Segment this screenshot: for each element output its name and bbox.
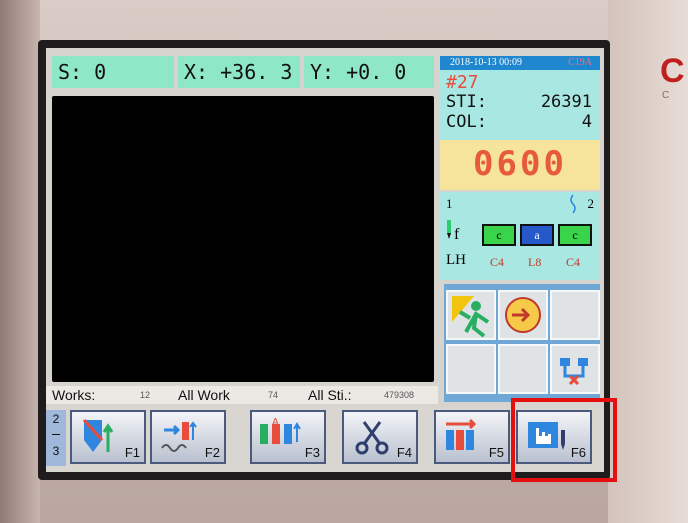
speed-display[interactable]: 0600	[440, 140, 600, 190]
spool-3[interactable]: c	[558, 224, 592, 246]
scissors-icon	[355, 421, 389, 455]
stitch-forward-icon	[161, 421, 197, 452]
spool-3-code: C4	[566, 255, 581, 269]
f6-highlight-box	[511, 398, 617, 482]
spool-1[interactable]: c	[482, 224, 516, 246]
y-readout: Y: +0. 0	[304, 56, 434, 88]
sti-value: 26391	[540, 92, 592, 112]
function-grid	[444, 284, 600, 402]
col-value: 4	[581, 112, 592, 132]
spool-1-code: C4	[490, 255, 505, 269]
blank-slot-2[interactable]	[446, 344, 496, 394]
pattern-canvas[interactable]	[52, 96, 434, 382]
bezel-left	[0, 0, 40, 523]
jumping-man-icon[interactable]	[446, 290, 496, 340]
brand-logo: C C	[660, 52, 688, 101]
svg-text:A: A	[272, 418, 279, 428]
needle-right-num: 2	[587, 196, 595, 211]
work-number: #27	[446, 72, 479, 93]
sti-label: STI:	[446, 92, 487, 112]
allwork-value: 74	[268, 390, 279, 400]
page-divider	[52, 434, 60, 435]
speed-value: 0600	[473, 144, 567, 184]
status-bar: Works: 12 All Work 74 All Sti.: 479308	[46, 386, 438, 404]
machine-code: C19A	[568, 57, 592, 68]
spool-2[interactable]: a	[520, 224, 554, 246]
f3-button[interactable]: A F3	[250, 410, 326, 464]
f5-button[interactable]: F5	[434, 410, 510, 464]
spool-2-code: L8	[528, 255, 542, 269]
thread-icon	[568, 194, 578, 219]
allwork-label: All Work	[178, 387, 230, 403]
needle-left-num: 1	[446, 196, 453, 211]
lh-label: LH	[446, 252, 466, 268]
needle-swap-icon[interactable]	[550, 344, 600, 394]
x-readout: X: +36. 3	[178, 56, 300, 88]
needle-start-icon	[82, 418, 114, 452]
page-current: 2	[52, 412, 60, 426]
brand-sub: C	[662, 90, 670, 101]
datetime-bar: 2018-10-13 00:09 C19A	[440, 56, 600, 70]
allsti-value: 479308	[384, 390, 415, 400]
needle-select-icon: A	[260, 418, 301, 444]
datetime: 2018-10-13 00:09	[450, 57, 522, 68]
page-indicator[interactable]: 2 3	[46, 410, 66, 466]
blank-slot-3[interactable]	[498, 344, 548, 394]
needle-panel[interactable]: 1 2 f LH c a c C4 L8 C4	[440, 192, 600, 280]
brand-mark: C	[660, 52, 685, 90]
f1-button[interactable]: F1	[70, 410, 146, 464]
f1-label: F1	[124, 445, 140, 460]
works-label: Works:	[52, 387, 96, 403]
color-change-icon	[446, 418, 477, 450]
design-info: #27 STI: 26391 COL: 4	[440, 70, 600, 140]
page-total: 3	[52, 444, 60, 458]
needle-f-label: f	[454, 226, 460, 243]
f3-label: F3	[304, 445, 320, 460]
f2-label: F2	[204, 445, 220, 460]
f5-label: F5	[488, 445, 504, 460]
timer-icon[interactable]	[498, 290, 548, 340]
s-readout: S: 0	[52, 56, 174, 88]
blank-slot-1[interactable]	[550, 290, 600, 340]
f4-label: F4	[396, 445, 412, 460]
col-label: COL:	[446, 112, 487, 132]
f2-button[interactable]: F2	[150, 410, 226, 464]
needle-icon	[444, 220, 454, 245]
f4-button[interactable]: F4	[342, 410, 418, 464]
allsti-label: All Sti.:	[308, 387, 352, 403]
works-value: 12	[140, 390, 151, 400]
